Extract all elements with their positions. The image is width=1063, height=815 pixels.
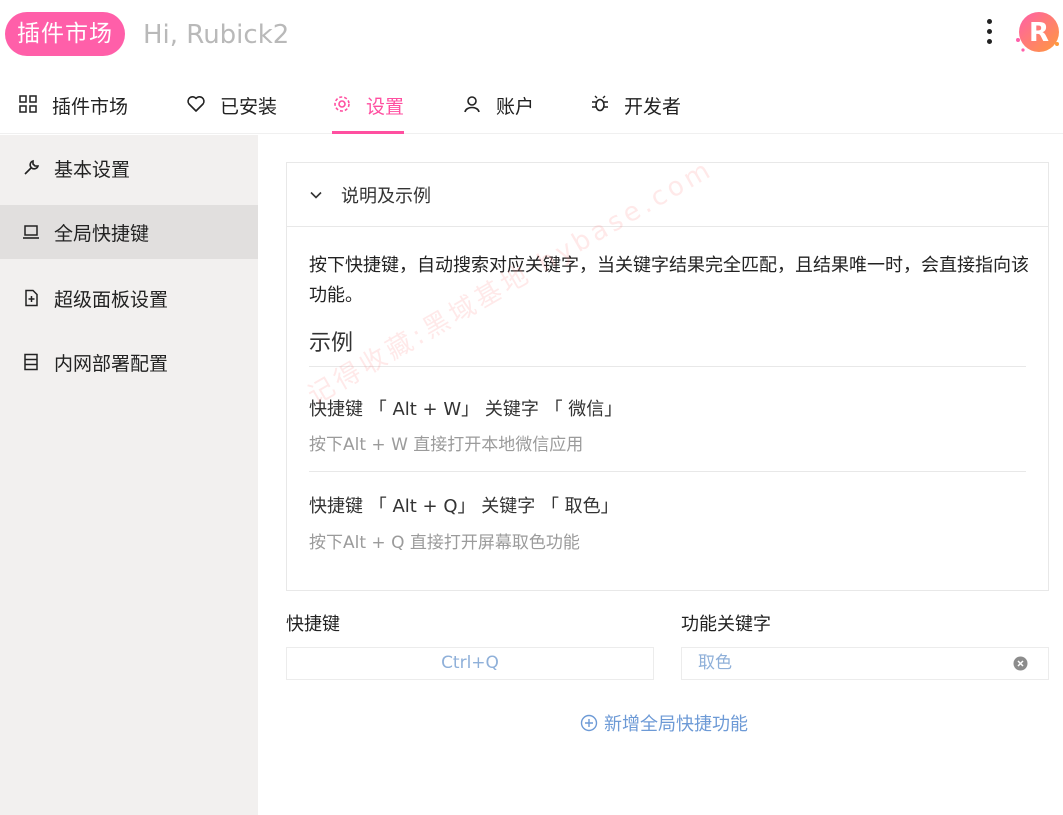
sidebar-item-label: 基本设置 xyxy=(54,158,131,181)
tab-installed[interactable]: 已安装 xyxy=(186,80,277,134)
sidebar-item-super-panel[interactable]: 超级面板设置 xyxy=(0,271,258,325)
tab-label: 插件市场 xyxy=(52,96,129,118)
database-icon xyxy=(24,353,38,371)
panel-title: 说明及示例 xyxy=(341,185,431,207)
example-hotkey: 快捷键 「 Alt + Q」 关键字 「 取色」 xyxy=(309,496,619,517)
tab-settings[interactable]: 设置 xyxy=(332,80,405,134)
plus-circle-icon xyxy=(580,714,598,732)
tab-account[interactable]: 账户 xyxy=(462,80,534,134)
app-header: 插件市场 Hi, Rubick2 R xyxy=(0,0,1063,72)
file-add-icon xyxy=(25,289,38,307)
tab-label: 账户 xyxy=(496,96,535,118)
laptop-icon xyxy=(23,225,39,239)
hotkey-input[interactable]: Ctrl+Q xyxy=(286,647,654,680)
brand-pill: 插件市场 xyxy=(5,12,125,56)
panel-header[interactable]: 说明及示例 xyxy=(287,163,1048,227)
rubick-logo-icon: R xyxy=(1016,12,1059,52)
divider xyxy=(309,366,1026,367)
keyword-input[interactable]: 取色 xyxy=(681,647,1049,680)
sidebar-item-label: 全局快捷键 xyxy=(54,222,150,245)
chevron-down-icon xyxy=(310,191,322,199)
sidebar-item-label: 超级面板设置 xyxy=(54,288,169,311)
divider xyxy=(309,471,1026,472)
example-hotkey: 快捷键 「 Alt + W」 关键字 「 微信」 xyxy=(309,399,623,420)
hotkey-label: 快捷键 xyxy=(286,614,340,635)
main-nav: 插件市场 已安装 设置 账户 开发者 xyxy=(0,80,1063,134)
bug-icon xyxy=(592,95,608,112)
tab-plugin-market[interactable]: 插件市场 xyxy=(18,80,128,134)
settings-sidebar: 基本设置 全局快捷键 超级面板设置 内网部署配置 xyxy=(0,135,258,815)
sidebar-item-label: 内网部署配置 xyxy=(54,352,169,375)
svg-text:R: R xyxy=(1029,18,1049,48)
sidebar-item-basic[interactable]: 基本设置 xyxy=(0,141,258,195)
clear-icon[interactable] xyxy=(1013,656,1028,671)
keyword-value: 取色 xyxy=(698,653,732,673)
gear-icon xyxy=(334,96,350,112)
wrench-icon xyxy=(24,159,40,175)
user-icon xyxy=(464,96,480,113)
add-hotkey-label: 新增全局快捷功能 xyxy=(604,714,748,735)
add-hotkey-button[interactable]: 新增全局快捷功能 xyxy=(580,708,748,738)
example-description: 按下Alt + Q 直接打开屏幕取色功能 xyxy=(309,533,580,553)
help-panel: 说明及示例 按下快捷键，自动搜索对应关键字，当关键字结果完全匹配，且结果唯一时，… xyxy=(286,162,1049,591)
sidebar-item-global-hotkey[interactable]: 全局快捷键 xyxy=(0,205,258,259)
grid-icon xyxy=(19,95,37,113)
heart-icon xyxy=(187,96,205,112)
tab-label: 已安装 xyxy=(220,96,278,118)
example-title: 示例 xyxy=(309,331,354,356)
tab-label: 设置 xyxy=(366,96,405,118)
panel-description: 按下快捷键，自动搜索对应关键字，当关键字结果完全匹配，且结果唯一时，会直接指向该… xyxy=(309,255,1029,306)
hotkey-value: Ctrl+Q xyxy=(441,653,499,673)
tab-label: 开发者 xyxy=(624,96,682,118)
avatar[interactable]: R xyxy=(1011,10,1061,56)
more-vertical-icon[interactable] xyxy=(978,16,1000,50)
keyword-label: 功能关键字 xyxy=(681,614,771,635)
sidebar-item-intranet[interactable]: 内网部署配置 xyxy=(0,335,258,389)
user-greeting: Hi, Rubick2 xyxy=(143,20,290,50)
tab-developer[interactable]: 开发者 xyxy=(590,80,681,134)
example-description: 按下Alt + W 直接打开本地微信应用 xyxy=(309,435,584,455)
